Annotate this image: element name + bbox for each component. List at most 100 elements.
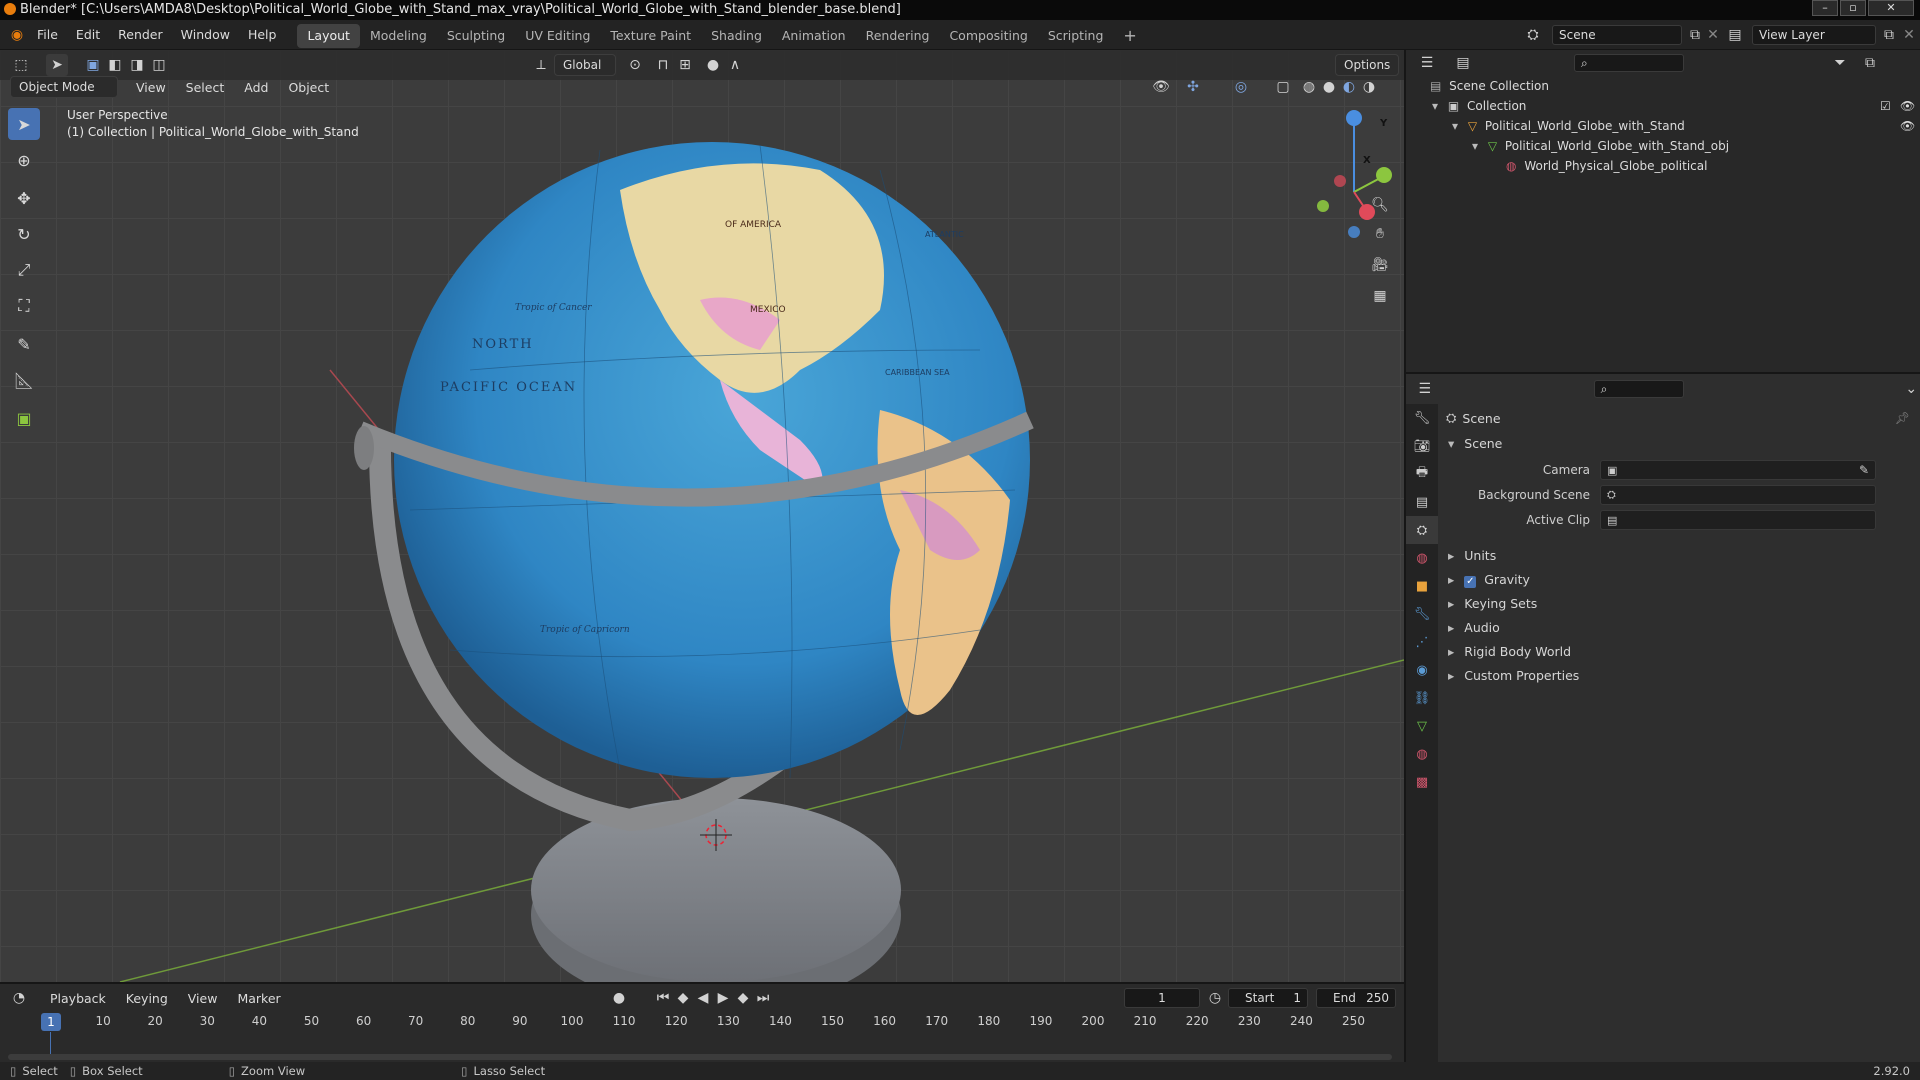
- outliner-search-input[interactable]: ⌕: [1574, 54, 1684, 72]
- snap-icon[interactable]: ⊓: [652, 54, 674, 76]
- tab-layout[interactable]: Layout: [297, 24, 360, 48]
- jump-start-icon[interactable]: ⏮: [652, 987, 674, 1009]
- annotate-tool-icon[interactable]: ✎: [8, 328, 40, 360]
- wireframe-shading-icon[interactable]: ◍: [1298, 76, 1320, 98]
- object-visibility-eye-icon[interactable]: 👁︎: [1900, 116, 1915, 136]
- texture-properties-icon[interactable]: ▩: [1406, 768, 1438, 796]
- play-reverse-icon[interactable]: ◀: [692, 987, 714, 1009]
- rigid-body-world-panel-header[interactable]: ▸ Rigid Body World: [1442, 640, 1912, 664]
- close-window-button[interactable]: ✕: [1868, 0, 1914, 16]
- pin-icon[interactable]: 📌︎: [1895, 411, 1910, 425]
- output-properties-icon[interactable]: 🖶︎: [1406, 460, 1438, 488]
- menu-window[interactable]: Window: [172, 20, 239, 50]
- perspective-toggle-icon[interactable]: ▦: [1369, 285, 1391, 307]
- properties-options-icon[interactable]: ⌄: [1902, 378, 1920, 400]
- custom-properties-panel-header[interactable]: ▸ Custom Properties: [1442, 664, 1912, 688]
- viewport-menu-object[interactable]: Object: [278, 80, 339, 95]
- visibility-icon[interactable]: 👁︎: [1150, 76, 1172, 98]
- outliner-row-scene-collection[interactable]: ▤ Scene Collection: [1406, 76, 1920, 96]
- gravity-checkbox[interactable]: ✓: [1464, 576, 1477, 588]
- maximize-button[interactable]: ▫: [1840, 0, 1866, 16]
- current-frame-field[interactable]: 1: [1124, 988, 1200, 1008]
- data-properties-icon[interactable]: ▽: [1406, 712, 1438, 740]
- end-frame-field[interactable]: End 250: [1316, 988, 1396, 1008]
- timeline-menu-marker[interactable]: Marker: [227, 991, 290, 1006]
- viewport-menu-select[interactable]: Select: [176, 80, 235, 95]
- select-mode-new-icon[interactable]: ▣: [82, 54, 104, 76]
- options-dropdown[interactable]: Options: [1335, 54, 1400, 76]
- background-scene-field[interactable]: ⛭: [1600, 485, 1876, 505]
- frame-ruler[interactable]: 1 10 20 30 40 50 60 70 80 90 100 110 120 130 140 150 16…: [0, 1012, 1404, 1032]
- outliner-display-mode-icon[interactable]: ▤: [1452, 52, 1474, 74]
- audio-panel-header[interactable]: ▸ Audio: [1442, 616, 1912, 640]
- scene-properties-icon[interactable]: ⛭: [1406, 516, 1438, 544]
- transform-orientation-dropdown[interactable]: Global: [554, 54, 616, 76]
- xray-icon[interactable]: ▢: [1272, 76, 1294, 98]
- timeline-editor-type-icon[interactable]: ◔: [8, 987, 30, 1009]
- delete-scene-icon[interactable]: ✕: [1702, 24, 1724, 46]
- transform-tool-icon[interactable]: ⛶: [8, 290, 40, 322]
- measure-tool-icon[interactable]: 📐︎: [8, 364, 40, 396]
- playhead-marker[interactable]: 1: [41, 1013, 61, 1031]
- play-icon[interactable]: ▶: [712, 987, 734, 1009]
- solid-shading-icon[interactable]: ●: [1318, 76, 1340, 98]
- add-workspace-icon[interactable]: +: [1113, 24, 1146, 48]
- active-clip-field[interactable]: ▤: [1600, 510, 1876, 530]
- render-properties-icon[interactable]: 📷︎: [1406, 432, 1438, 460]
- new-view-layer-icon[interactable]: ⧉: [1878, 24, 1900, 46]
- falloff-icon[interactable]: ∧: [724, 54, 746, 76]
- pan-hand-icon[interactable]: ✋︎: [1369, 223, 1391, 245]
- jump-end-icon[interactable]: ⏭: [752, 987, 774, 1009]
- preview-range-icon[interactable]: ◷: [1204, 987, 1226, 1009]
- tab-rendering[interactable]: Rendering: [856, 24, 940, 48]
- cursor-tool-icon[interactable]: ⊕: [8, 144, 40, 176]
- tool-settings-icon[interactable]: 🔧︎: [1406, 404, 1438, 432]
- transform-orientation-icon[interactable]: ⟂: [530, 54, 552, 76]
- editor-type-icon[interactable]: ⬚: [10, 54, 32, 76]
- minimize-button[interactable]: –: [1812, 0, 1838, 16]
- gizmo-toggle-icon[interactable]: ✣: [1182, 76, 1204, 98]
- tab-texture-paint[interactable]: Texture Paint: [600, 24, 701, 48]
- camera-field[interactable]: ▣ ✎: [1600, 460, 1876, 480]
- object-mode-dropdown[interactable]: Object Mode: [10, 76, 118, 98]
- view-layer-properties-icon[interactable]: ▤: [1406, 488, 1438, 516]
- new-collection-icon[interactable]: ⧉: [1859, 52, 1881, 74]
- snap-target-icon[interactable]: ⊞: [674, 54, 696, 76]
- tab-sculpting[interactable]: Sculpting: [437, 24, 515, 48]
- 3d-viewport[interactable]: NORTH PACIFIC OCEAN Tropic of Cancer Tro…: [0, 50, 1404, 982]
- start-frame-field[interactable]: Start 1: [1228, 988, 1308, 1008]
- outliner-editor-type-icon[interactable]: ☰: [1416, 52, 1438, 74]
- expand-arrow-icon[interactable]: ▾: [1472, 139, 1478, 153]
- material-properties-icon[interactable]: ◍: [1406, 740, 1438, 768]
- tab-scripting[interactable]: Scripting: [1038, 24, 1114, 48]
- blender-menu-icon[interactable]: ◉: [6, 24, 28, 46]
- add-cube-tool-icon[interactable]: ▣: [8, 402, 40, 434]
- view-layer-icon[interactable]: ▤: [1724, 24, 1746, 46]
- world-properties-icon[interactable]: ◍: [1406, 544, 1438, 572]
- tab-compositing[interactable]: Compositing: [939, 24, 1037, 48]
- rendered-shading-icon[interactable]: ◑: [1358, 76, 1380, 98]
- outliner-filter-icon[interactable]: ⏷: [1829, 52, 1851, 74]
- outliner-row-collection[interactable]: ▾ ▣ Collection ☑ 👁︎: [1406, 96, 1920, 116]
- menu-help[interactable]: Help: [239, 20, 286, 50]
- scene-section-header[interactable]: ▾ Scene: [1442, 432, 1912, 456]
- scale-tool-icon[interactable]: ⤢: [8, 254, 40, 286]
- tab-modeling[interactable]: Modeling: [360, 24, 437, 48]
- select-mode-invert-icon[interactable]: ◫: [148, 54, 170, 76]
- keying-sets-panel-header[interactable]: ▸ Keying Sets: [1442, 592, 1912, 616]
- outliner-row-material[interactable]: ◍ World_Physical_Globe_political: [1406, 156, 1920, 176]
- menu-file[interactable]: File: [28, 20, 67, 50]
- menu-edit[interactable]: Edit: [67, 20, 109, 50]
- viewport-menu-add[interactable]: Add: [234, 80, 278, 95]
- camera-view-icon[interactable]: 🎥︎: [1369, 254, 1391, 276]
- eyedropper-icon[interactable]: ✎: [1859, 463, 1869, 477]
- expand-arrow-icon[interactable]: ▾: [1432, 99, 1438, 113]
- overlays-icon[interactable]: ◎: [1230, 76, 1252, 98]
- gravity-panel-header[interactable]: ▸ ✓ Gravity: [1442, 568, 1912, 592]
- rotate-tool-icon[interactable]: ↻: [8, 218, 40, 250]
- select-box-tool-icon[interactable]: ➤: [8, 108, 40, 140]
- units-panel-header[interactable]: ▸ Units: [1442, 544, 1912, 568]
- viewport-menu-view[interactable]: View: [126, 80, 176, 95]
- constraints-properties-icon[interactable]: ⛓︎: [1406, 684, 1438, 712]
- properties-editor-type-icon[interactable]: ☰: [1416, 378, 1434, 400]
